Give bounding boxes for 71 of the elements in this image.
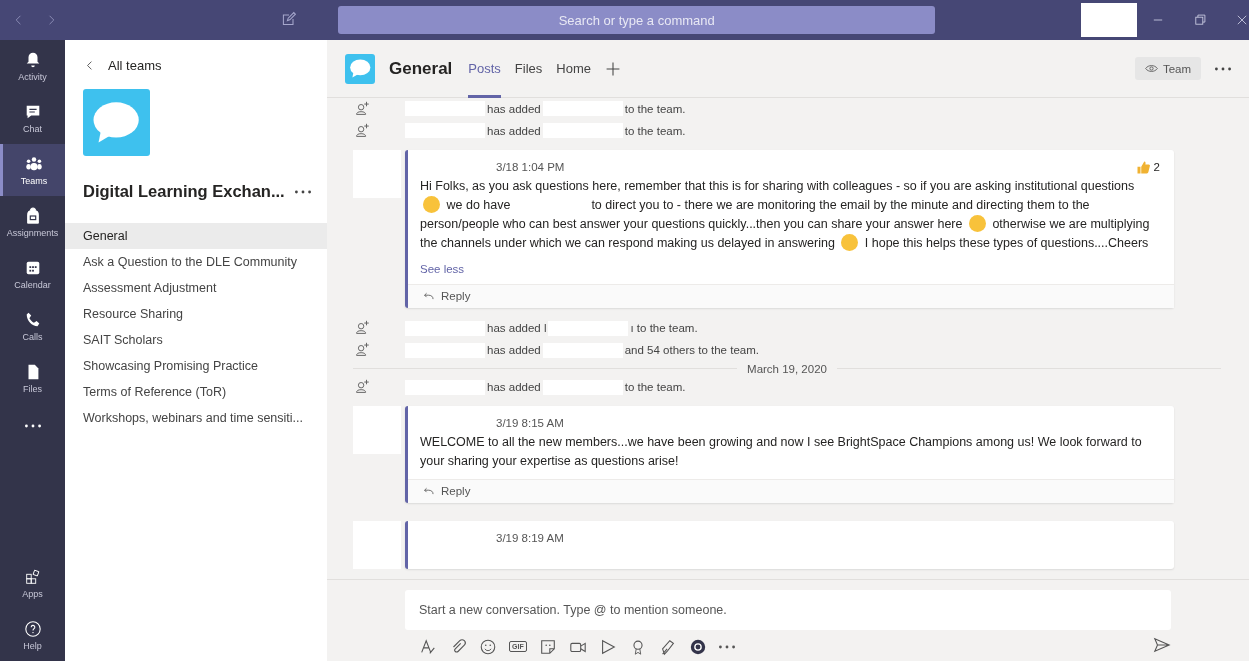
- app-icon: [688, 637, 707, 656]
- send-icon: [1153, 636, 1171, 654]
- all-teams-link[interactable]: All teams: [83, 58, 327, 73]
- activity-text: to the team.: [624, 102, 686, 115]
- channel-tab[interactable]: Files: [514, 39, 543, 98]
- rail-item[interactable]: Chat: [0, 92, 65, 144]
- channel-item[interactable]: Assessment Adjustment: [65, 275, 327, 301]
- channel-item[interactable]: Workshops, webinars and time sensiti...: [65, 405, 327, 431]
- person-add-icon: [353, 99, 371, 118]
- apps-icon: [23, 567, 42, 586]
- channel-item[interactable]: SAIT Scholars: [65, 327, 327, 353]
- activity-text: has added: [487, 124, 541, 137]
- smiley-emoji: [841, 233, 859, 251]
- close-icon: [1235, 13, 1249, 27]
- people-icon: [25, 154, 43, 173]
- channel-tab[interactable]: Posts: [468, 39, 501, 98]
- reply-button[interactable]: Reply: [408, 283, 1174, 308]
- reply-button[interactable]: Reply: [408, 479, 1174, 503]
- team-button[interactable]: Team: [1134, 57, 1201, 80]
- activity-text: has added l: [487, 322, 547, 335]
- activity-text: to the team.: [624, 381, 686, 394]
- rail-item[interactable]: Calendar: [0, 248, 65, 300]
- activity-text: has added: [487, 344, 541, 357]
- thumbs-up-icon: [1135, 159, 1151, 175]
- smiley-icon: [479, 637, 497, 656]
- channel-item[interactable]: Ask a Question to the DLE Community: [65, 249, 327, 275]
- smiley-emoji: [968, 214, 986, 232]
- rail-item[interactable]: Help: [0, 609, 65, 661]
- rail-item[interactable]: Calls: [0, 300, 65, 352]
- more-icon: [1215, 66, 1231, 71]
- activity-text: has added: [487, 102, 541, 115]
- person-add-icon: [353, 121, 371, 140]
- redacted-block: [1081, 3, 1137, 37]
- see-less-link[interactable]: See less: [420, 262, 465, 275]
- team-name: Digital Learning Exchan...: [83, 182, 285, 201]
- message-time: 3/19 8:15 AM: [496, 417, 564, 429]
- channel-title: General: [389, 58, 453, 79]
- new-conversation-field[interactable]: Start a new conversation. Type @ to mention someone.: [405, 590, 1171, 630]
- message-body: WELCOME to all the new members...we have been growing and now I see BrightSpace Champions among us! We look forward to your sharing your expertise as questions arise!: [420, 434, 1143, 470]
- compose-icon: [281, 10, 298, 27]
- channel-item[interactable]: Showcasing Promising Practice: [65, 353, 327, 379]
- rail-item[interactable]: Activity: [0, 40, 65, 92]
- team-logo-icon: [83, 89, 150, 156]
- channel-item[interactable]: Resource Sharing: [65, 301, 327, 327]
- format-icon: [419, 637, 437, 656]
- sticker-icon: [538, 637, 557, 656]
- rail-item[interactable]: Apps: [0, 557, 65, 609]
- more-icon: [294, 189, 311, 194]
- channel-item[interactable]: General: [65, 223, 327, 249]
- help-icon: [23, 619, 42, 638]
- activity-text: has added: [487, 381, 541, 394]
- smiley-emoji: [423, 195, 440, 213]
- message-time: 3/19 8:19 AM: [496, 532, 564, 544]
- more-icon: [718, 644, 735, 649]
- maximize-icon: [1193, 13, 1207, 27]
- message-body: Hi Folks, as you ask questions here, remember that this is for sharing with colleagues - so if you are asking institutional questions we do have to direct you to - there we are monitoring the email by the minute and directing them to the person/people who can best answer your questions quickly...then you can share your answer here otherwise we are multiplying the channels under which we can respond making us delayed in answering I hope this helps these types of questions....Cheers: [420, 177, 1151, 253]
- rail-item[interactable]: Assignments: [0, 196, 65, 248]
- channel-item[interactable]: Terms of Reference (ToR): [65, 379, 327, 405]
- add-tab-icon: [604, 60, 621, 77]
- eye-icon: [1144, 62, 1158, 75]
- like-count[interactable]: 2: [1135, 159, 1160, 175]
- rail-item[interactable]: Teams: [0, 144, 65, 196]
- activity-text: and 54 others to the team.: [624, 344, 759, 357]
- date-divider: March 19, 2020: [747, 362, 827, 375]
- activity-text: ı to the team.: [630, 322, 698, 335]
- message-time: 3/18 1:04 PM: [496, 160, 565, 173]
- activity-text: to the team.: [624, 124, 686, 137]
- more-icon: [24, 424, 41, 428]
- rail-item[interactable]: Files: [0, 352, 65, 404]
- channel-tab[interactable]: Home: [556, 39, 591, 98]
- channel-logo-icon: [345, 53, 375, 84]
